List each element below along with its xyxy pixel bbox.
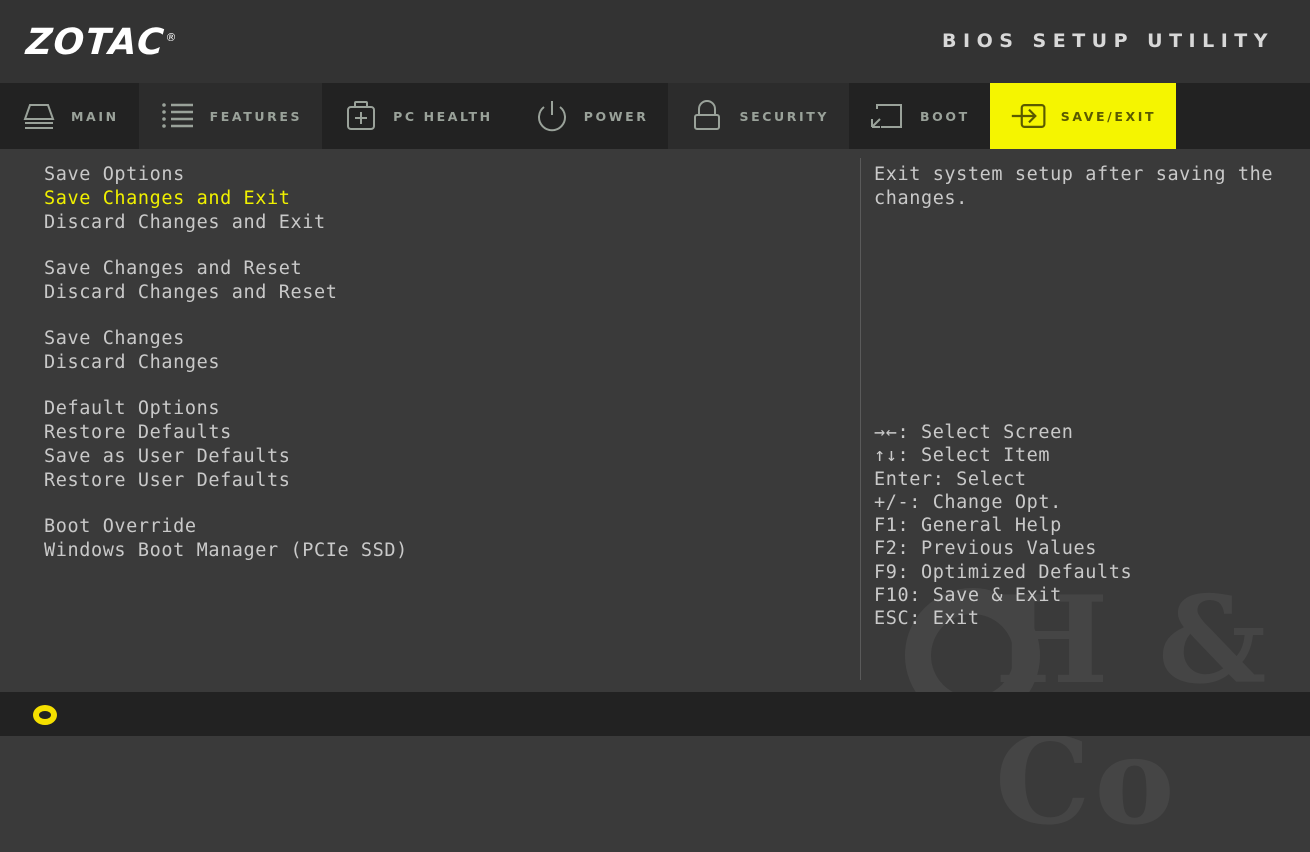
tab-pc-health[interactable]: PC HEALTH: [322, 83, 513, 149]
key-legend-item: ↑↓: Select Item: [874, 444, 1132, 467]
menu-spacer: [44, 305, 408, 327]
page-title: BIOS SETUP UTILITY: [942, 30, 1274, 52]
title-bar: ZOTAC® BIOS SETUP UTILITY: [0, 0, 1310, 83]
menu-spacer: [44, 235, 408, 257]
key-legend-item: +/-: Change Opt.: [874, 491, 1132, 514]
key-legend-item: F9: Optimized Defaults: [874, 561, 1132, 584]
tab-power[interactable]: POWER: [513, 83, 669, 149]
menu-section-header: Boot Override: [44, 515, 408, 539]
list-icon: [159, 97, 197, 135]
menu-item[interactable]: Restore User Defaults: [44, 469, 408, 493]
key-legend-item: →←: Select Screen: [874, 421, 1132, 444]
menu-item[interactable]: Save Changes: [44, 327, 408, 351]
key-legend-item: F2: Previous Values: [874, 537, 1132, 560]
tab-features[interactable]: FEATURES: [139, 83, 322, 149]
menu-item[interactable]: Discard Changes: [44, 351, 408, 375]
tab-label: BOOT: [920, 109, 970, 124]
menu-item[interactable]: Restore Defaults: [44, 421, 408, 445]
medkit-icon: [342, 97, 380, 135]
tab-label: MAIN: [71, 109, 119, 124]
menu-section-header: Default Options: [44, 397, 408, 421]
navigation-tabs: MAIN FEATURES PC HEALTH POWER SECURITY B…: [0, 83, 1310, 149]
tab-label: SAVE/EXIT: [1061, 109, 1156, 124]
tab-security[interactable]: SECURITY: [668, 83, 849, 149]
zotac-logo: ZOTAC®: [25, 22, 178, 63]
content-area: Save OptionsSave Changes and ExitDiscard…: [0, 149, 1310, 692]
key-legend-item: F10: Save & Exit: [874, 584, 1132, 607]
menu-spacer: [44, 493, 408, 515]
help-panel-text: Exit system setup after saving the chang…: [874, 163, 1284, 211]
menu-item[interactable]: Save as User Defaults: [44, 445, 408, 469]
exit-arrow-icon: [1010, 97, 1048, 135]
key-legend: →←: Select Screen↑↓: Select ItemEnter: S…: [874, 421, 1132, 631]
logo-text: ZOTAC: [25, 22, 167, 63]
trademark-symbol: ®: [165, 31, 177, 44]
menu-section-header: Save Options: [44, 163, 408, 187]
tab-save-exit[interactable]: SAVE/EXIT: [990, 83, 1176, 149]
menu-item[interactable]: Discard Changes and Reset: [44, 281, 408, 305]
key-legend-item: F1: General Help: [874, 514, 1132, 537]
tab-label: FEATURES: [210, 109, 302, 124]
tab-label: PC HEALTH: [393, 109, 493, 124]
lock-icon: [688, 97, 726, 135]
boot-arrow-icon: [869, 97, 907, 135]
drive-icon: [20, 97, 58, 135]
menu-item[interactable]: Windows Boot Manager (PCIe SSD): [44, 539, 408, 563]
tab-label: POWER: [584, 109, 649, 124]
power-icon: [533, 97, 571, 135]
menu-spacer: [44, 375, 408, 397]
yellow-ring-indicator: [33, 705, 57, 725]
status-bar: [0, 692, 1310, 736]
panel-divider: [860, 158, 861, 680]
menu-item[interactable]: Save Changes and Exit: [44, 187, 408, 211]
tab-main[interactable]: MAIN: [0, 83, 139, 149]
tab-boot[interactable]: BOOT: [849, 83, 990, 149]
tab-label: SECURITY: [739, 109, 829, 124]
key-legend-item: ESC: Exit: [874, 607, 1132, 630]
menu-item[interactable]: Discard Changes and Exit: [44, 211, 408, 235]
key-legend-item: Enter: Select: [874, 468, 1132, 491]
menu-item[interactable]: Save Changes and Reset: [44, 257, 408, 281]
save-exit-menu: Save OptionsSave Changes and ExitDiscard…: [44, 163, 408, 563]
